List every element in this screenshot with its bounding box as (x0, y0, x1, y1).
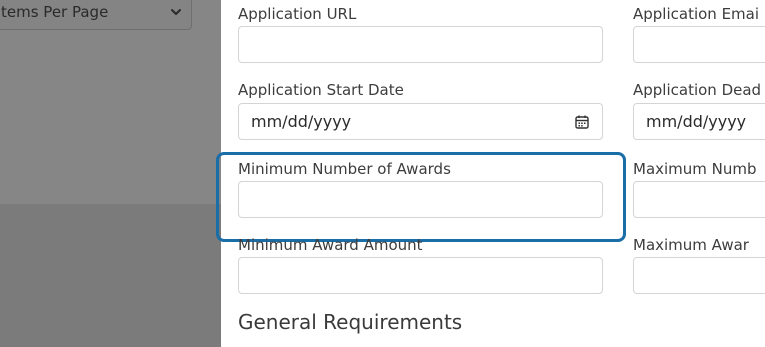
application-email-input[interactable] (633, 26, 765, 63)
application-start-date-placeholder: mm/dd/yyyy (251, 112, 352, 131)
application-deadline-input[interactable]: mm/dd/yyyy (633, 103, 765, 140)
application-url-label: Application URL (238, 5, 357, 23)
minimum-award-amount-input[interactable] (238, 257, 603, 294)
application-deadline-placeholder: mm/dd/yyyy (646, 112, 747, 131)
general-requirements-heading: General Requirements (238, 310, 463, 334)
application-email-label: Application Emai (633, 5, 760, 23)
maximum-number-of-awards-label: Maximum Numb (633, 160, 757, 178)
maximum-award-amount-input[interactable] (633, 257, 765, 294)
application-url-input[interactable] (238, 26, 603, 63)
items-per-page-label: tems Per Page (1, 3, 109, 21)
maximum-number-of-awards-input[interactable] (633, 181, 765, 218)
page-backdrop-card (0, 0, 221, 204)
items-per-page-select[interactable]: tems Per Page (0, 0, 192, 30)
application-start-date-input[interactable]: mm/dd/yyyy (238, 103, 603, 140)
maximum-award-amount-label: Maximum Awar (633, 236, 749, 254)
application-deadline-label: Application Dead (633, 81, 762, 99)
minimum-award-amount-label: Minimum Award Amount (238, 236, 423, 254)
focus-highlight (216, 152, 626, 242)
application-start-date-label: Application Start Date (238, 81, 404, 99)
chevron-down-icon (169, 5, 183, 19)
calendar-icon[interactable] (574, 114, 590, 130)
